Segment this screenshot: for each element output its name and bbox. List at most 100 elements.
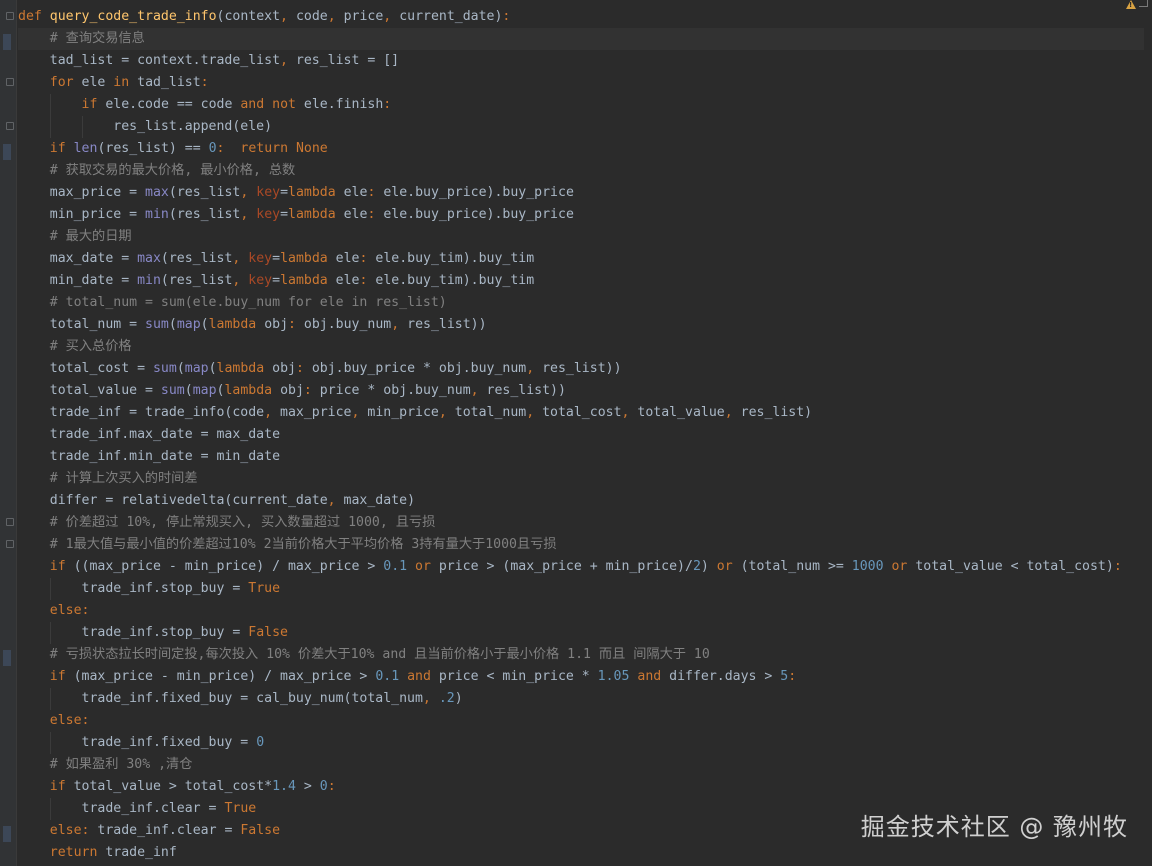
code-line[interactable]: # 获取交易的最大价格, 最小价格, 总数 (18, 160, 1152, 182)
bookmark-icon (3, 144, 11, 160)
code-text: if len(res_list) == 0: return None (49, 141, 328, 156)
code-text: trade_inf.clear = True (18, 801, 257, 816)
code-line[interactable]: if (max_price - min_price) / max_price >… (18, 666, 1152, 688)
code-text: differ = relativedelta(current_date, max… (18, 493, 416, 508)
code-editor[interactable]: def query_code_trade_info(context, code,… (0, 0, 1152, 866)
code-text: # 计算上次买入的时间差 (49, 471, 198, 486)
indent-guide (50, 116, 51, 138)
code-line[interactable]: res_list.append(ele) (18, 116, 1152, 138)
code-line[interactable]: trade_inf.max_date = max_date (18, 424, 1152, 446)
code-text: else: trade_inf.clear = False (49, 823, 281, 838)
code-line[interactable]: min_date = min(res_list, key=lambda ele:… (18, 270, 1152, 292)
code-line[interactable]: # total_num = sum(ele.buy_num for ele in… (18, 292, 1152, 314)
code-line[interactable]: else: (18, 710, 1152, 732)
indent-guide (50, 732, 51, 754)
code-text: total_num = sum(map(lambda obj: obj.buy_… (18, 317, 487, 332)
code-line[interactable]: trade_inf.fixed_buy = cal_buy_num(total_… (18, 688, 1152, 710)
code-text: # 获取交易的最大价格, 最小价格, 总数 (49, 163, 296, 178)
code-line[interactable]: total_cost = sum(map(lambda obj: obj.buy… (18, 358, 1152, 380)
code-line[interactable]: max_date = max(res_list, key=lambda ele:… (18, 248, 1152, 270)
code-line[interactable]: trade_inf.fixed_buy = 0 (18, 732, 1152, 754)
code-line[interactable]: trade_inf = trade_info(code, max_price, … (18, 402, 1152, 424)
code-line[interactable]: if len(res_list) == 0: return None (18, 138, 1152, 160)
code-text: for ele in tad_list: (49, 75, 209, 90)
editor-gutter[interactable] (0, 0, 17, 866)
fold-icon[interactable] (6, 122, 14, 130)
code-line[interactable]: return trade_inf (18, 842, 1152, 864)
code-text: return trade_inf (49, 845, 177, 860)
code-text: # 查询交易信息 (49, 31, 145, 46)
indent-guide (50, 94, 51, 116)
code-text: trade_inf.stop_buy = False (18, 625, 288, 640)
indent-guide (50, 622, 51, 644)
code-text: else: (49, 713, 90, 728)
bookmark-icon (3, 826, 11, 842)
code-text: trade_inf = trade_info(code, max_price, … (18, 405, 813, 420)
code-line[interactable]: if ((max_price - min_price) / max_price … (18, 556, 1152, 578)
code-line[interactable]: # 1最大值与最小值的价差超过10% 2当前价格大于平均价格 3持有量大于100… (18, 534, 1152, 556)
warning-indicator[interactable] (1139, 0, 1148, 7)
code-line[interactable]: if ele.code == code and not ele.finish: (18, 94, 1152, 116)
code-line[interactable]: else: (18, 600, 1152, 622)
code-line[interactable]: total_num = sum(map(lambda obj: obj.buy_… (18, 314, 1152, 336)
editor-scrollbar[interactable] (1144, 12, 1152, 858)
code-line[interactable]: min_price = min(res_list, key=lambda ele… (18, 204, 1152, 226)
code-text: res_list.append(ele) (18, 119, 273, 134)
code-line[interactable]: # 亏损状态拉长时间定投,每次投入 10% 价差大于10% and 且当前价格小… (18, 644, 1152, 666)
code-text: min_date = min(res_list, key=lambda ele:… (18, 273, 535, 288)
code-text: # 最大的日期 (49, 229, 132, 244)
code-text: # 如果盈利 30% ,清仓 (49, 757, 193, 772)
indent-guide (50, 578, 51, 600)
code-text: max_date = max(res_list, key=lambda ele:… (18, 251, 535, 266)
code-text: if ele.code == code and not ele.finish: (81, 97, 392, 112)
code-text: # 价差超过 10%, 停止常规买入, 买入数量超过 1000, 且亏损 (49, 515, 436, 530)
fold-icon[interactable] (6, 540, 14, 548)
code-text: # total_num = sum(ele.buy_num for ele in… (49, 295, 447, 310)
code-line[interactable]: # 如果盈利 30% ,清仓 (18, 754, 1152, 776)
code-line[interactable]: tad_list = context.trade_list, res_list … (18, 50, 1152, 72)
bookmark-icon (3, 34, 11, 50)
code-area[interactable]: def query_code_trade_info(context, code,… (18, 6, 1152, 866)
code-text: trade_inf.min_date = min_date (18, 449, 281, 464)
fold-icon[interactable] (6, 12, 14, 20)
code-text: trade_inf.stop_buy = True (18, 581, 281, 596)
code-line[interactable]: max_price = max(res_list, key=lambda ele… (18, 182, 1152, 204)
code-line[interactable]: # 最大的日期 (18, 226, 1152, 248)
code-line[interactable]: trade_inf.stop_buy = True (18, 578, 1152, 600)
code-line[interactable]: trade_inf.stop_buy = False (18, 622, 1152, 644)
code-line[interactable]: # 买入总价格 (18, 336, 1152, 358)
code-text: if (max_price - min_price) / max_price >… (49, 669, 797, 684)
code-line[interactable]: differ = relativedelta(current_date, max… (18, 490, 1152, 512)
code-text: trade_inf.fixed_buy = 0 (18, 735, 265, 750)
code-line[interactable]: # 价差超过 10%, 停止常规买入, 买入数量超过 1000, 且亏损 (18, 512, 1152, 534)
indent-guide (50, 688, 51, 710)
code-text: # 1最大值与最小值的价差超过10% 2当前价格大于平均价格 3持有量大于100… (49, 537, 557, 552)
code-line[interactable]: # 查询交易信息 (18, 28, 1152, 50)
warning-icon[interactable] (1126, 0, 1136, 9)
code-text: total_cost = sum(map(lambda obj: obj.buy… (18, 361, 622, 376)
code-text: trade_inf.fixed_buy = cal_buy_num(total_… (18, 691, 463, 706)
code-line[interactable]: trade_inf.min_date = min_date (18, 446, 1152, 468)
code-text: def query_code_trade_info(context, code,… (18, 9, 511, 24)
indent-guide (50, 798, 51, 820)
code-line[interactable]: total_value = sum(map(lambda obj: price … (18, 380, 1152, 402)
watermark: 掘金技术社区 @ 豫州牧 (860, 813, 1128, 841)
code-text: # 买入总价格 (49, 339, 132, 354)
code-text: min_price = min(res_list, key=lambda ele… (18, 207, 574, 222)
code-text: max_price = max(res_list, key=lambda ele… (18, 185, 574, 200)
code-text: trade_inf.max_date = max_date (18, 427, 281, 442)
bookmark-icon (3, 650, 11, 666)
code-text: if ((max_price - min_price) / max_price … (49, 559, 1122, 574)
code-line[interactable]: def query_code_trade_info(context, code,… (18, 6, 1152, 28)
code-text: else: (49, 603, 90, 618)
code-text: total_value = sum(map(lambda obj: price … (18, 383, 566, 398)
code-line[interactable]: # 计算上次买入的时间差 (18, 468, 1152, 490)
fold-icon[interactable] (6, 78, 14, 86)
code-line[interactable]: for ele in tad_list: (18, 72, 1152, 94)
code-text: # 亏损状态拉长时间定投,每次投入 10% 价差大于10% and 且当前价格小… (49, 647, 710, 662)
fold-icon[interactable] (6, 518, 14, 526)
indent-guide (82, 116, 83, 138)
code-text: if total_value > total_cost*1.4 > 0: (49, 779, 336, 794)
code-text: tad_list = context.trade_list, res_list … (18, 53, 400, 68)
code-line[interactable]: if total_value > total_cost*1.4 > 0: (18, 776, 1152, 798)
